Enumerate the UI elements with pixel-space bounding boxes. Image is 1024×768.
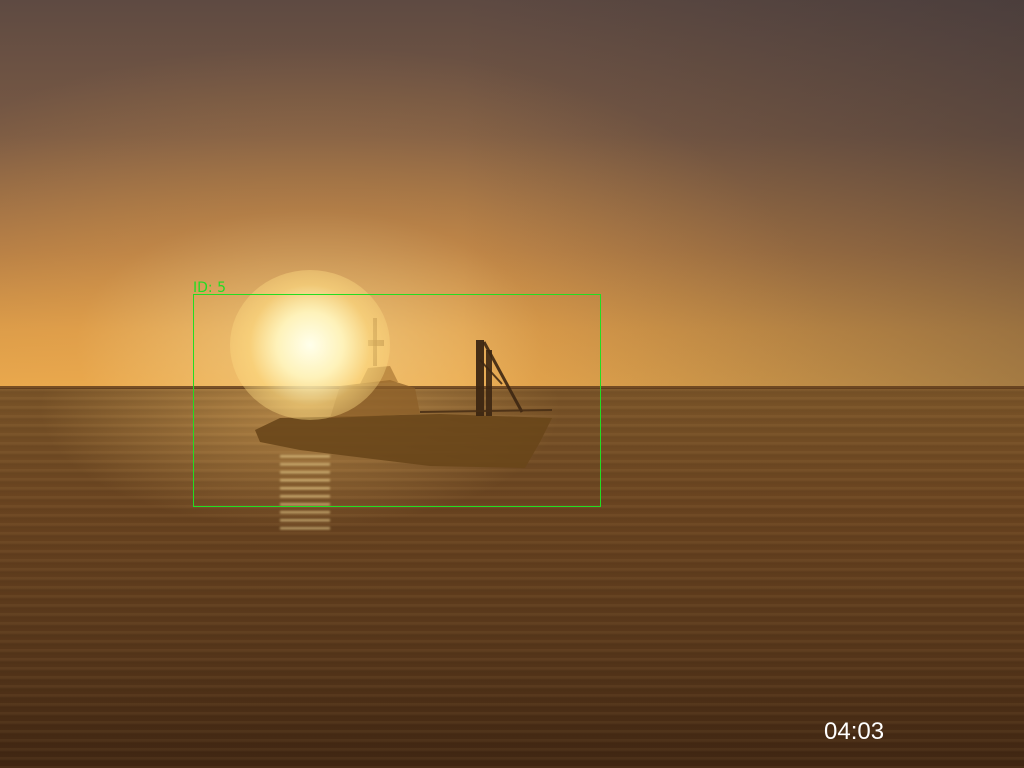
video-timestamp: 04:03: [824, 718, 885, 745]
detection-id-label: ID: 5: [193, 280, 226, 296]
video-frame: ID: 5 04:03: [0, 0, 1024, 768]
detection-bounding-box: [193, 294, 601, 507]
